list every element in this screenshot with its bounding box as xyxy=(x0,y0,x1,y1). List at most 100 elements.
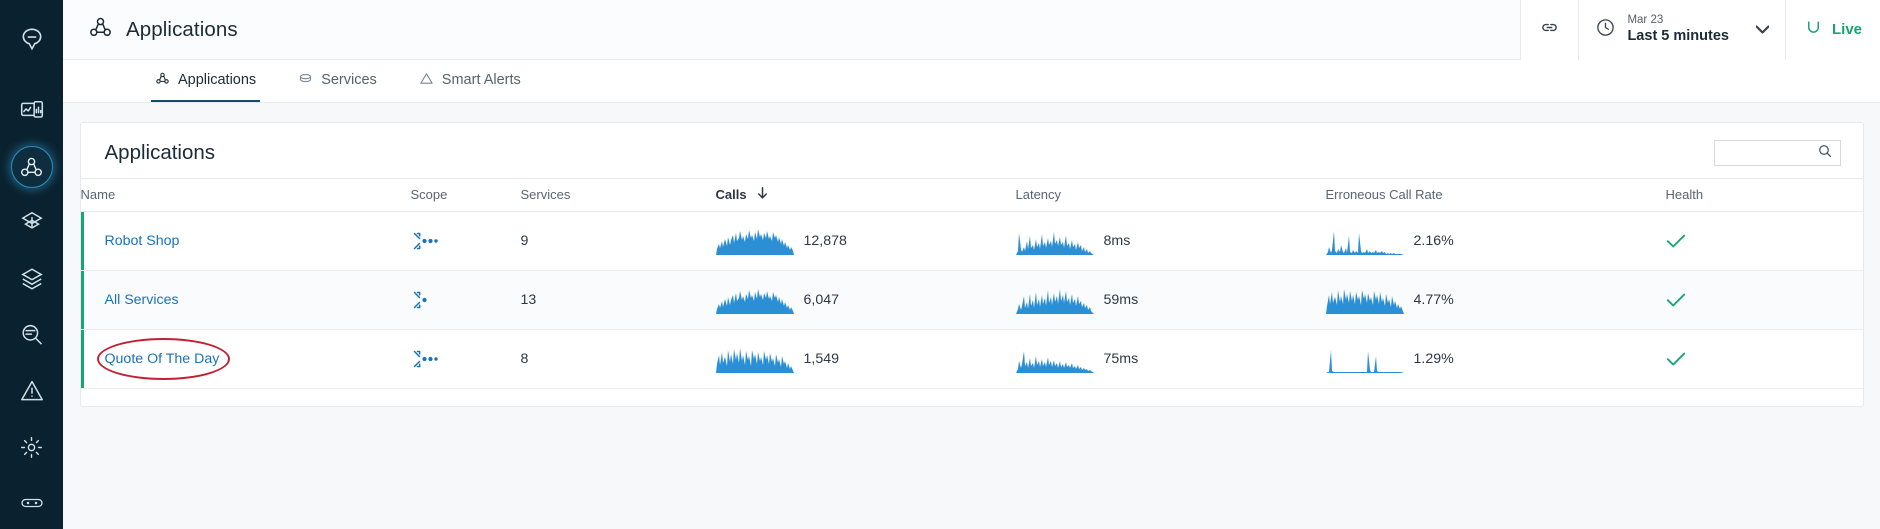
column-label: Scope xyxy=(410,187,448,202)
chevron-down-icon[interactable] xyxy=(1755,21,1770,39)
name-cell: Robot Shop xyxy=(80,212,411,270)
column-header-services[interactable]: Services xyxy=(520,178,716,212)
search-box[interactable] xyxy=(1713,140,1841,166)
sidebar-item-settings[interactable] xyxy=(0,422,63,472)
latency-sparkline xyxy=(1015,351,1094,373)
sidebar-item-stack[interactable] xyxy=(0,254,63,304)
applications-card: Applications Name Scope Services Calls L… xyxy=(79,122,1864,407)
refresh-icon xyxy=(1804,18,1823,41)
column-label: Latency xyxy=(1015,187,1062,202)
app-root: Applications Mar 23 Last 5 minutes Live … xyxy=(0,0,1880,529)
cell-health xyxy=(1655,211,1863,271)
sidebar-item-applications[interactable] xyxy=(0,142,63,192)
scope-multi-icon xyxy=(411,348,521,370)
arrow-down-icon xyxy=(757,187,768,202)
cell-services: 9 xyxy=(520,211,716,271)
calls-sparkline xyxy=(715,289,794,314)
scope-multi-icon xyxy=(411,230,521,252)
calls-metric: 6,047 xyxy=(715,286,1016,314)
live-toggle-button[interactable]: Live xyxy=(1784,0,1880,60)
latency-value: 59ms xyxy=(1103,292,1139,308)
main-area: Applications Mar 23 Last 5 minutes Live … xyxy=(63,0,1880,529)
applications-icon xyxy=(88,15,113,45)
table-row[interactable]: Robot Shop 9 12,878 8ms 2.16% xyxy=(80,211,1863,271)
calls-metric: 1,549 xyxy=(715,345,1016,373)
time-range-selector[interactable]: Mar 23 Last 5 minutes xyxy=(1578,0,1785,60)
table-row[interactable]: Quote Of The Day 8 1,549 75ms 1.29% xyxy=(80,329,1863,389)
calls-metric: 12,878 xyxy=(715,227,1016,255)
cell-scope xyxy=(410,211,521,271)
alerts-warning-icon xyxy=(19,378,45,404)
dashboards-icon xyxy=(19,98,45,124)
live-label: Live xyxy=(1831,21,1862,38)
error-rate-sparkline xyxy=(1325,350,1404,373)
top-bar-actions: Mar 23 Last 5 minutes Live xyxy=(1520,0,1880,60)
error-rate-value: 4.77% xyxy=(1413,292,1454,308)
cell-health xyxy=(1655,329,1863,389)
cell-services: 13 xyxy=(520,270,716,330)
column-label: Services xyxy=(520,187,571,202)
sidebar-item-infrastructure[interactable] xyxy=(0,198,63,248)
error-rate-metric: 4.77% xyxy=(1325,286,1656,314)
content-area: Applications Name Scope Services Calls L… xyxy=(63,103,1880,529)
latency-value: 8ms xyxy=(1103,233,1131,249)
application-link[interactable]: All Services xyxy=(105,292,179,308)
copy-link-button[interactable] xyxy=(1520,0,1579,60)
search-icon[interactable] xyxy=(1817,143,1833,164)
error-rate-sparkline xyxy=(1325,231,1404,255)
column-label: Calls xyxy=(715,187,747,202)
error-rate-sparkline xyxy=(1325,289,1404,314)
column-label: Erroneous Call Rate xyxy=(1325,187,1443,202)
clock-icon xyxy=(1595,17,1616,43)
column-header-scope[interactable]: Scope xyxy=(410,178,521,212)
time-range-date: Mar 23 xyxy=(1627,14,1664,27)
application-link[interactable]: Robot Shop xyxy=(105,233,180,249)
latency-value: 75ms xyxy=(1103,351,1139,367)
cell-error-rate: 2.16% xyxy=(1325,211,1656,271)
calls-value: 12,878 xyxy=(803,233,847,249)
column-header-error-rate[interactable]: Erroneous Call Rate xyxy=(1325,178,1656,212)
cell-scope xyxy=(410,329,521,389)
tab-label: Services xyxy=(321,72,377,88)
latency-sparkline xyxy=(1015,289,1094,314)
cell-latency: 8ms xyxy=(1015,211,1326,271)
cell-health xyxy=(1655,270,1863,330)
error-rate-value: 1.29% xyxy=(1413,351,1454,367)
tab-smart-alerts[interactable]: Smart Alerts xyxy=(415,60,525,102)
column-header-health[interactable]: Health xyxy=(1655,178,1863,212)
table-row[interactable]: All Services 13 6,047 59ms 4.77% xyxy=(80,270,1863,330)
tab-applications[interactable]: Applications xyxy=(151,60,261,102)
sidebar-item-analyze[interactable] xyxy=(0,310,63,360)
application-link[interactable]: Quote Of The Day xyxy=(105,351,220,367)
cell-services: 8 xyxy=(520,329,716,389)
cell-calls: 12,878 xyxy=(715,211,1016,271)
smart-alerts-icon xyxy=(419,71,434,90)
sidebar-item-more[interactable] xyxy=(0,478,63,528)
cell-error-rate: 4.77% xyxy=(1325,270,1656,330)
calls-sparkline xyxy=(715,229,794,255)
latency-sparkline xyxy=(1015,232,1094,255)
latency-metric: 59ms xyxy=(1015,286,1326,314)
cell-name: Robot Shop xyxy=(80,211,411,271)
search-input[interactable] xyxy=(1721,145,1817,161)
sidebar-item-events[interactable] xyxy=(0,366,63,416)
column-header-calls[interactable]: Calls xyxy=(715,178,1016,212)
error-rate-metric: 2.16% xyxy=(1325,227,1656,255)
error-rate-metric: 1.29% xyxy=(1325,345,1656,373)
card-header: Applications xyxy=(81,123,1863,178)
calls-sparkline xyxy=(715,348,794,373)
sidebar-item-dashboards[interactable] xyxy=(0,86,63,136)
column-header-latency[interactable]: Latency xyxy=(1015,178,1326,212)
column-header-name[interactable]: Name xyxy=(80,178,411,212)
services-icon xyxy=(298,71,313,90)
card-title: Applications xyxy=(104,141,216,164)
latency-metric: 75ms xyxy=(1015,345,1326,373)
applications-table: Name Scope Services Calls Latency Errone… xyxy=(80,178,1863,389)
tab-bar: Applications Services Smart Alerts xyxy=(63,60,1880,103)
sidebar-item-logo[interactable] xyxy=(0,14,63,64)
tab-services[interactable]: Services xyxy=(294,60,381,102)
link-icon xyxy=(1539,17,1560,43)
scope-single-icon xyxy=(411,289,521,311)
cell-name: All Services xyxy=(80,270,411,330)
left-sidebar xyxy=(0,0,63,529)
